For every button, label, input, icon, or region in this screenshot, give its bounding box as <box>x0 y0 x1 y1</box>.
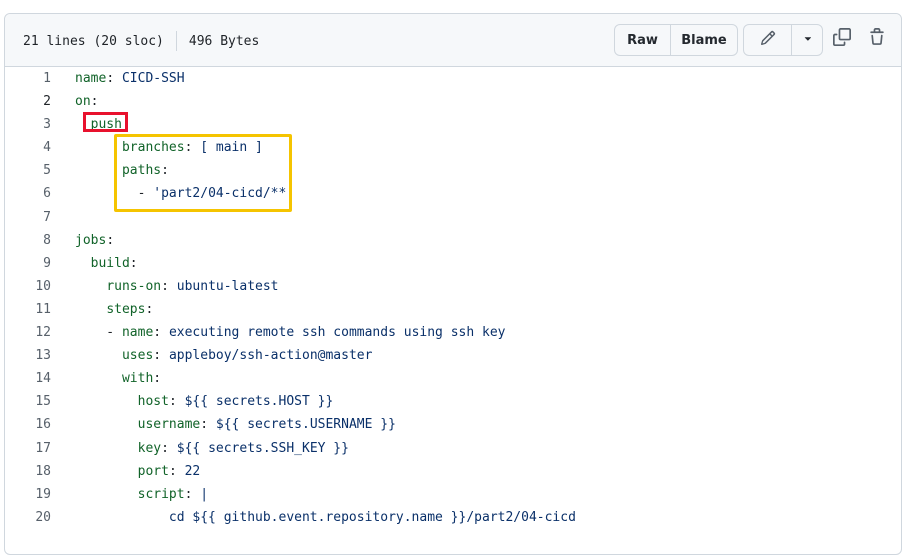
yaml-key: name <box>75 71 107 86</box>
yaml-key: host <box>137 394 169 410</box>
code-line: 1 name: CICD-SSH <box>5 67 901 90</box>
yaml-key: port <box>137 463 169 479</box>
yaml-value: appleboy/ssh-action@master <box>168 348 373 364</box>
edit-dropdown-button[interactable] <box>791 25 822 55</box>
yaml-key: key <box>137 440 162 456</box>
line-number[interactable]: 19 <box>5 483 51 506</box>
line-number[interactable]: 14 <box>5 367 51 390</box>
code-text: steps: <box>106 301 154 317</box>
yaml-key: jobs <box>75 232 107 248</box>
code-text: username: ${{ secrets.USERNAME }} <box>137 417 396 433</box>
yaml-value: ubuntu-latest <box>176 278 279 294</box>
line-number[interactable]: 20 <box>5 506 51 529</box>
yaml-key: name <box>121 325 154 341</box>
file-info: 21 lines (20 sloc) 496 Bytes <box>23 31 259 51</box>
code-text: cd ${{ github.event.repository.name }}/p… <box>75 506 576 529</box>
code-text: port: 22 <box>137 463 201 479</box>
line-number[interactable]: 7 <box>5 206 51 229</box>
delete-button[interactable] <box>866 28 888 50</box>
yaml-value: | <box>200 486 209 502</box>
branches-paths-highlight-box <box>114 134 292 212</box>
file-header: 21 lines (20 sloc) 496 Bytes Raw Blame <box>5 14 901 67</box>
yaml-value: executing remote ssh commands using ssh … <box>168 325 506 341</box>
code-text: host: ${{ secrets.HOST }} <box>137 394 334 410</box>
code-line: 10 runs-on: ubuntu-latest <box>5 275 901 298</box>
code-line: 11 steps: <box>5 298 901 321</box>
code-line: 12 - name: executing remote ssh commands… <box>5 321 901 344</box>
code-text: jobs: <box>75 232 115 248</box>
line-number[interactable]: 2 <box>5 90 51 113</box>
yaml-value: ${{ secrets.USERNAME }} <box>215 417 396 433</box>
raw-button[interactable]: Raw <box>615 25 670 55</box>
yaml-key: script <box>137 486 185 502</box>
code-text: - name: executing remote ssh commands us… <box>75 325 506 341</box>
trash-icon <box>868 28 886 50</box>
code-line: 18 port: 22 <box>5 460 901 483</box>
code-text: script: | <box>137 486 209 502</box>
line-number[interactable]: 18 <box>5 460 51 483</box>
code-line: 8 jobs: <box>5 229 901 252</box>
code-line: 20 cd ${{ github.event.repository.name }… <box>5 506 901 529</box>
line-number[interactable]: 16 <box>5 413 51 436</box>
code-line: 2 on: <box>5 90 901 113</box>
line-number[interactable]: 4 <box>5 136 51 159</box>
pencil-icon <box>760 30 776 50</box>
yaml-value: ${{ secrets.SSH_KEY }} <box>176 440 349 456</box>
copy-button[interactable] <box>831 28 853 50</box>
yaml-value: ${{ secrets.HOST }} <box>184 394 334 410</box>
code-text: build: <box>90 255 138 271</box>
yaml-value: cd ${{ github.event.repository.name }}/p… <box>168 509 576 525</box>
code-line: 15 host: ${{ secrets.HOST }} <box>5 390 901 413</box>
code-text: uses: appleboy/ssh-action@master <box>121 348 373 364</box>
file-viewer: 21 lines (20 sloc) 496 Bytes Raw Blame 1… <box>4 13 902 555</box>
code-text: on: <box>75 94 99 110</box>
code-line: 13 uses: appleboy/ssh-action@master <box>5 344 901 367</box>
line-number[interactable]: 1 <box>5 67 51 90</box>
line-number[interactable]: 11 <box>5 298 51 321</box>
line-number[interactable]: 15 <box>5 390 51 413</box>
line-number[interactable]: 8 <box>5 229 51 252</box>
push-highlight-box <box>83 112 128 132</box>
code-line: 14 with: <box>5 367 901 390</box>
line-number[interactable]: 10 <box>5 275 51 298</box>
yaml-key: steps <box>106 301 146 317</box>
edit-group <box>743 24 823 56</box>
code-line: 9 build: <box>5 252 901 275</box>
triangle-down-icon <box>801 32 813 48</box>
file-size: 496 Bytes <box>188 33 260 49</box>
yaml-value: CICD-SSH <box>121 71 185 86</box>
yaml-key: username <box>137 417 201 433</box>
yaml-value: 22 <box>184 463 201 479</box>
blame-button[interactable]: Blame <box>670 25 737 55</box>
yaml-key: build <box>90 255 130 271</box>
line-number[interactable]: 9 <box>5 252 51 275</box>
line-number[interactable]: 17 <box>5 437 51 460</box>
edit-button[interactable] <box>744 25 791 55</box>
yaml-key: with <box>121 371 154 387</box>
code-text: runs-on: ubuntu-latest <box>106 278 279 294</box>
code-text: key: ${{ secrets.SSH_KEY }} <box>137 440 349 456</box>
raw-blame-group: Raw Blame <box>614 24 738 56</box>
line-count: 21 lines (20 sloc) <box>23 33 164 49</box>
line-number[interactable]: 6 <box>5 182 51 205</box>
code-text: name: CICD-SSH <box>75 71 185 86</box>
yaml-key: uses <box>121 348 154 364</box>
copy-icon <box>833 28 851 50</box>
code-line: 16 username: ${{ secrets.USERNAME }} <box>5 413 901 436</box>
line-number[interactable]: 5 <box>5 159 51 182</box>
line-number[interactable]: 12 <box>5 321 51 344</box>
code-line: 17 key: ${{ secrets.SSH_KEY }} <box>5 437 901 460</box>
yaml-key: on <box>75 94 91 110</box>
code-line: 19 script: | <box>5 483 901 506</box>
divider <box>175 31 177 51</box>
line-number[interactable]: 13 <box>5 344 51 367</box>
yaml-key: runs-on <box>106 278 162 294</box>
line-number[interactable]: 3 <box>5 113 51 136</box>
code-line: 3 push: <box>5 113 901 136</box>
code-text: with: <box>121 371 162 387</box>
